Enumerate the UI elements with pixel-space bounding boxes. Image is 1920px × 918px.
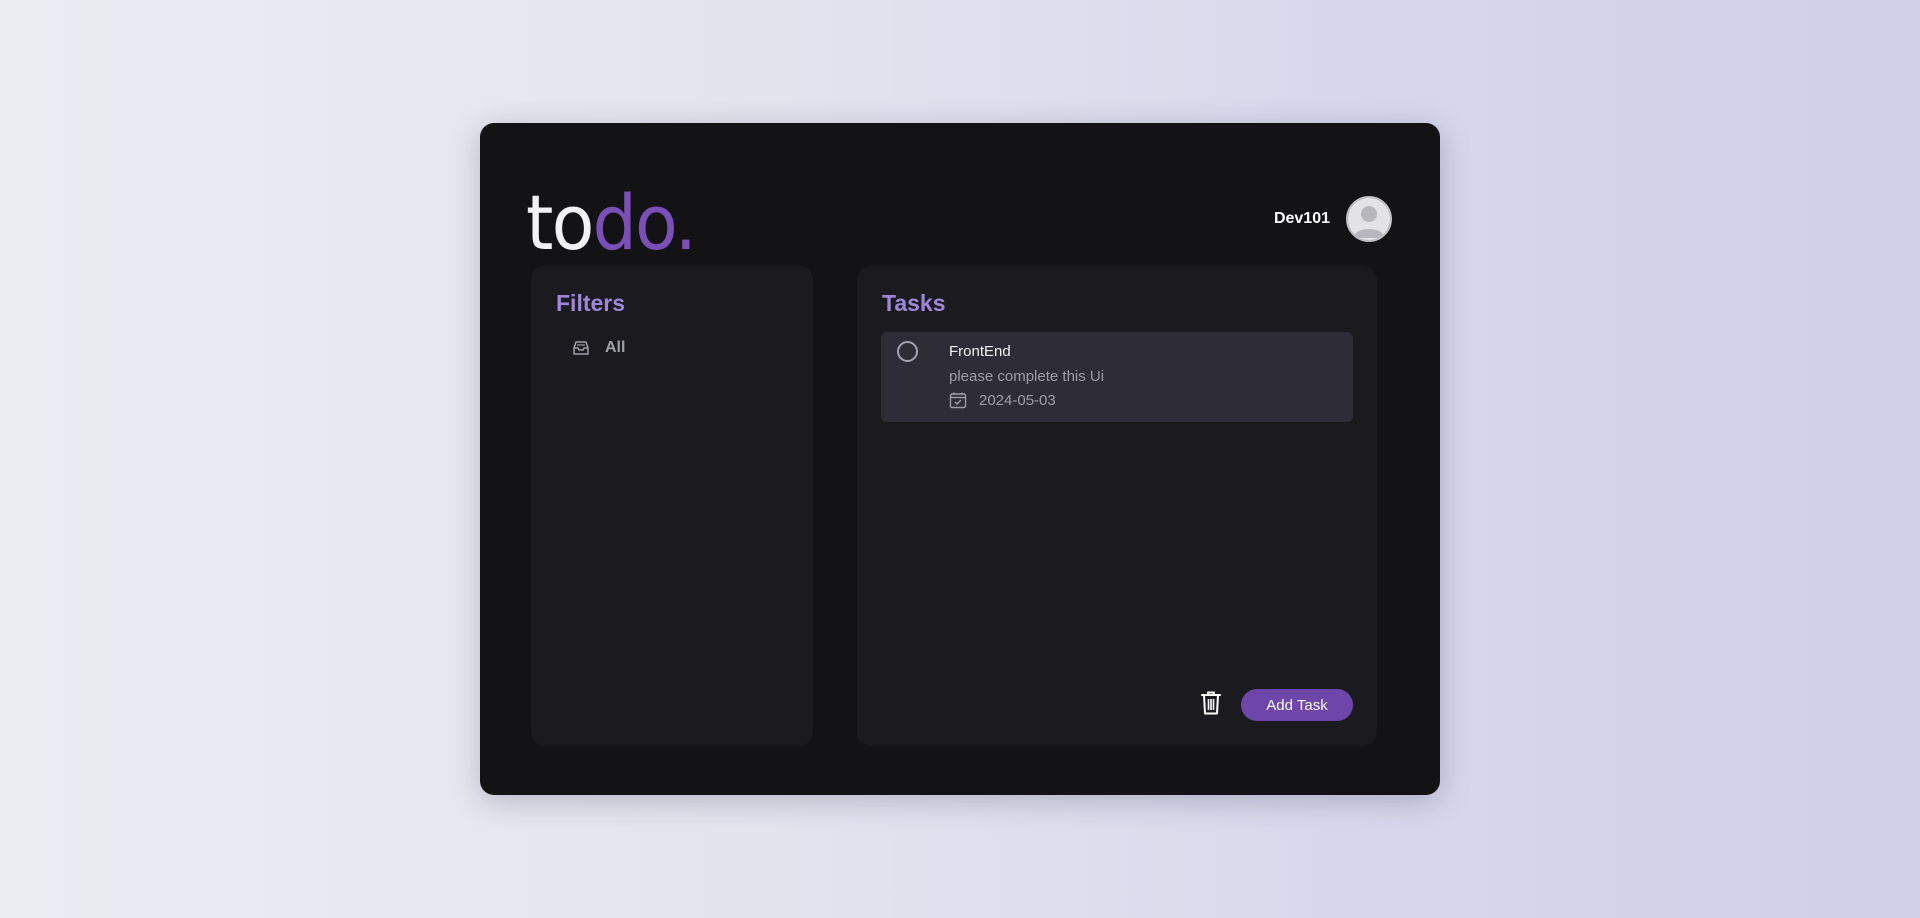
task-title: FrontEnd <box>949 343 1011 360</box>
filter-item-label: All <box>605 339 626 356</box>
add-task-button[interactable]: Add Task <box>1241 689 1353 721</box>
delete-tasks-button[interactable] <box>1200 690 1222 721</box>
task-date-text: 2024-05-03 <box>979 391 1056 409</box>
task-description: please complete this Ui <box>949 368 1105 385</box>
tasks-title: Tasks <box>882 290 946 316</box>
trash-icon <box>1201 691 1221 715</box>
logo-part-do: do. <box>592 178 697 267</box>
app-logo: todo. <box>526 185 697 261</box>
tasks-panel: Tasks FrontEnd please complete this Ui 2… <box>857 266 1377 746</box>
filters-title: Filters <box>556 290 626 316</box>
user-avatar-icon <box>1353 206 1385 238</box>
task-complete-checkbox[interactable] <box>897 341 918 362</box>
user-menu[interactable]: Dev101 <box>1274 196 1392 242</box>
user-name: Dev101 <box>1273 210 1330 227</box>
inbox-icon <box>573 341 589 355</box>
todo-app-window: todo. Dev101 Filters All Tasks FrontEnd … <box>480 123 1440 795</box>
calendar-check-icon <box>949 392 967 409</box>
task-item[interactable]: FrontEnd please complete this Ui 2024-05… <box>881 332 1353 422</box>
avatar[interactable] <box>1346 196 1392 242</box>
logo-part-to: to <box>526 178 594 267</box>
task-due-date: 2024-05-03 <box>949 391 1056 409</box>
filters-panel: Filters All <box>531 266 813 746</box>
filter-item-all[interactable]: All <box>571 338 625 358</box>
